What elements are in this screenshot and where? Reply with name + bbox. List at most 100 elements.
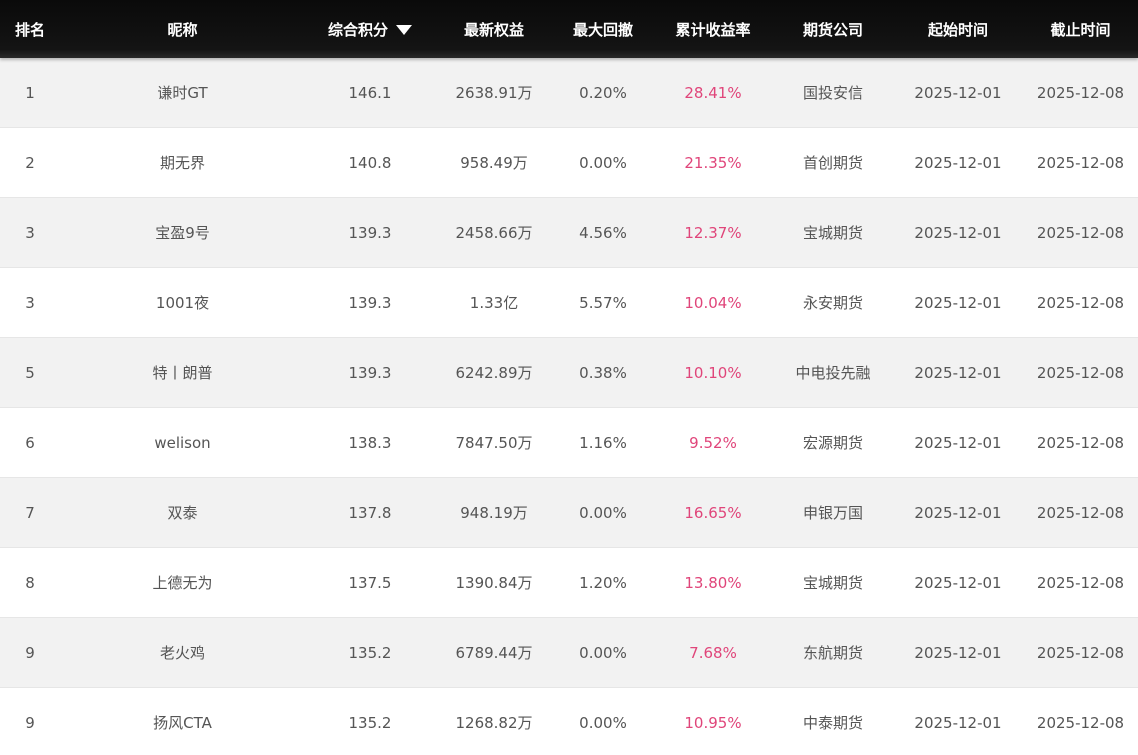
nickname-cell: 特丨朗普 xyxy=(152,364,213,382)
equity-cell: 2458.66万 xyxy=(455,224,533,242)
score-cell: 138.3 xyxy=(348,433,392,452)
table-row[interactable]: 1 谦时GT 146.1 2638.91万 0.20% 28.41% 国投安信 … xyxy=(0,58,1138,128)
table-row[interactable]: 2 期无界 140.8 958.49万 0.00% 21.35% 首创期货 20… xyxy=(0,128,1138,198)
table-row[interactable]: 9 老火鸡 135.2 6789.44万 0.00% 7.68% 东航期货 20… xyxy=(0,618,1138,688)
company-cell: 永安期货 xyxy=(802,294,863,312)
company-cell: 首创期货 xyxy=(802,154,863,172)
company-cell: 东航期货 xyxy=(802,644,863,662)
start-date-cell: 2025-12-01 xyxy=(914,713,1002,732)
equity-cell: 1.33亿 xyxy=(469,294,519,312)
table-row[interactable]: 3 宝盈9号 139.3 2458.66万 4.56% 12.37% 宝城期货 … xyxy=(0,198,1138,268)
start-date-cell: 2025-12-01 xyxy=(914,363,1002,382)
return-cell: 10.10% xyxy=(684,363,742,382)
rank-cell: 9 xyxy=(25,643,35,662)
drawdown-cell: 1.16% xyxy=(579,433,627,452)
header-nickname: 昵称 xyxy=(167,20,198,39)
header-rank: 排名 xyxy=(14,20,45,39)
score-sort-button[interactable]: 综合积分 xyxy=(328,19,412,40)
start-date-cell: 2025-12-01 xyxy=(914,503,1002,522)
return-cell: 10.95% xyxy=(684,713,742,732)
end-date-cell: 2025-12-08 xyxy=(1036,153,1125,172)
rank-cell: 5 xyxy=(25,363,35,382)
nickname-cell: 宝盈9号 xyxy=(155,224,210,242)
end-date-cell: 2025-12-08 xyxy=(1036,83,1125,102)
start-date-cell: 2025-12-01 xyxy=(914,83,1002,102)
drawdown-cell: 0.20% xyxy=(579,83,627,102)
header-end: 截止时间 xyxy=(1050,20,1111,39)
table-row[interactable]: 6 welison 138.3 7847.50万 1.16% 9.52% 宏源期… xyxy=(0,408,1138,478)
end-date-cell: 2025-12-08 xyxy=(1036,573,1125,592)
return-cell: 28.41% xyxy=(684,83,742,102)
return-cell: 10.04% xyxy=(684,293,742,312)
nickname-cell: 双泰 xyxy=(167,504,198,522)
table-row[interactable]: 9 扬风CTA 135.2 1268.82万 0.00% 10.95% 中泰期货… xyxy=(0,688,1138,755)
rank-cell: 6 xyxy=(25,433,35,452)
rank-cell: 3 xyxy=(25,293,35,312)
rank-cell: 1 xyxy=(25,83,35,102)
equity-cell: 6789.44万 xyxy=(455,644,533,662)
table-row[interactable]: 3 1001夜 139.3 1.33亿 5.57% 10.04% 永安期货 20… xyxy=(0,268,1138,338)
drawdown-cell: 0.00% xyxy=(579,503,627,522)
end-date-cell: 2025-12-08 xyxy=(1036,643,1125,662)
score-cell: 137.8 xyxy=(348,503,392,522)
return-cell: 12.37% xyxy=(684,223,742,242)
end-date-cell: 2025-12-08 xyxy=(1036,503,1125,522)
rank-cell: 9 xyxy=(25,713,35,732)
company-cell: 宝城期货 xyxy=(802,224,863,242)
return-cell: 9.52% xyxy=(689,433,737,452)
table-body: 1 谦时GT 146.1 2638.91万 0.20% 28.41% 国投安信 … xyxy=(0,58,1138,755)
start-date-cell: 2025-12-01 xyxy=(914,573,1002,592)
return-cell: 7.68% xyxy=(689,643,737,662)
nickname-cell: 谦时GT xyxy=(157,84,208,102)
equity-cell: 6242.89万 xyxy=(455,364,533,382)
start-date-cell: 2025-12-01 xyxy=(914,223,1002,242)
table-row[interactable]: 8 上德无为 137.5 1390.84万 1.20% 13.80% 宝城期货 … xyxy=(0,548,1138,618)
nickname-cell: 扬风CTA xyxy=(153,714,212,732)
start-date-cell: 2025-12-01 xyxy=(914,293,1002,312)
header-score[interactable]: 综合积分 xyxy=(305,19,435,40)
nickname-cell: 期无界 xyxy=(159,154,205,172)
score-cell: 135.2 xyxy=(348,643,392,662)
company-cell: 宏源期货 xyxy=(802,434,863,452)
rank-cell: 2 xyxy=(25,153,35,172)
table-header: 排名 昵称 综合积分 最新权益 最大回撤 累计收益率 期货公司 起始时间 截止时… xyxy=(0,0,1138,58)
start-date-cell: 2025-12-01 xyxy=(914,153,1002,172)
company-cell: 宝城期货 xyxy=(802,574,863,592)
equity-cell: 1390.84万 xyxy=(455,574,533,592)
equity-cell: 2638.91万 xyxy=(455,84,533,102)
nickname-cell: 上德无为 xyxy=(152,574,213,592)
rank-cell: 7 xyxy=(25,503,35,522)
score-cell: 139.3 xyxy=(348,293,392,312)
nickname-cell: 老火鸡 xyxy=(159,644,205,662)
header-return: 累计收益率 xyxy=(675,20,751,39)
rank-cell: 8 xyxy=(25,573,35,592)
ranking-table: 排名 昵称 综合积分 最新权益 最大回撤 累计收益率 期货公司 起始时间 截止时… xyxy=(0,0,1138,755)
drawdown-cell: 0.00% xyxy=(579,153,627,172)
drawdown-cell: 4.56% xyxy=(579,223,627,242)
company-cell: 国投安信 xyxy=(802,84,863,102)
header-drawdown: 最大回撤 xyxy=(572,20,633,39)
end-date-cell: 2025-12-08 xyxy=(1036,433,1125,452)
return-cell: 21.35% xyxy=(684,153,742,172)
drawdown-cell: 5.57% xyxy=(579,293,627,312)
triangle-down-icon[interactable] xyxy=(396,24,412,35)
end-date-cell: 2025-12-08 xyxy=(1036,713,1125,732)
start-date-cell: 2025-12-01 xyxy=(914,643,1002,662)
table-row[interactable]: 7 双泰 137.8 948.19万 0.00% 16.65% 申银万国 202… xyxy=(0,478,1138,548)
score-cell: 139.3 xyxy=(348,223,392,242)
score-cell: 139.3 xyxy=(348,363,392,382)
equity-cell: 1268.82万 xyxy=(455,714,533,732)
equity-cell: 7847.50万 xyxy=(455,434,533,452)
table-row[interactable]: 5 特丨朗普 139.3 6242.89万 0.38% 10.10% 中电投先融… xyxy=(0,338,1138,408)
header-start: 起始时间 xyxy=(927,20,988,39)
header-score-label: 综合积分 xyxy=(327,20,388,39)
equity-cell: 958.49万 xyxy=(460,154,528,172)
return-cell: 16.65% xyxy=(684,503,742,522)
nickname-cell: welison xyxy=(154,433,211,452)
start-date-cell: 2025-12-01 xyxy=(914,433,1002,452)
drawdown-cell: 0.00% xyxy=(579,713,627,732)
company-cell: 中泰期货 xyxy=(802,714,863,732)
header-company: 期货公司 xyxy=(802,20,863,39)
header-equity: 最新权益 xyxy=(463,20,524,39)
nickname-cell: 1001夜 xyxy=(155,294,210,312)
